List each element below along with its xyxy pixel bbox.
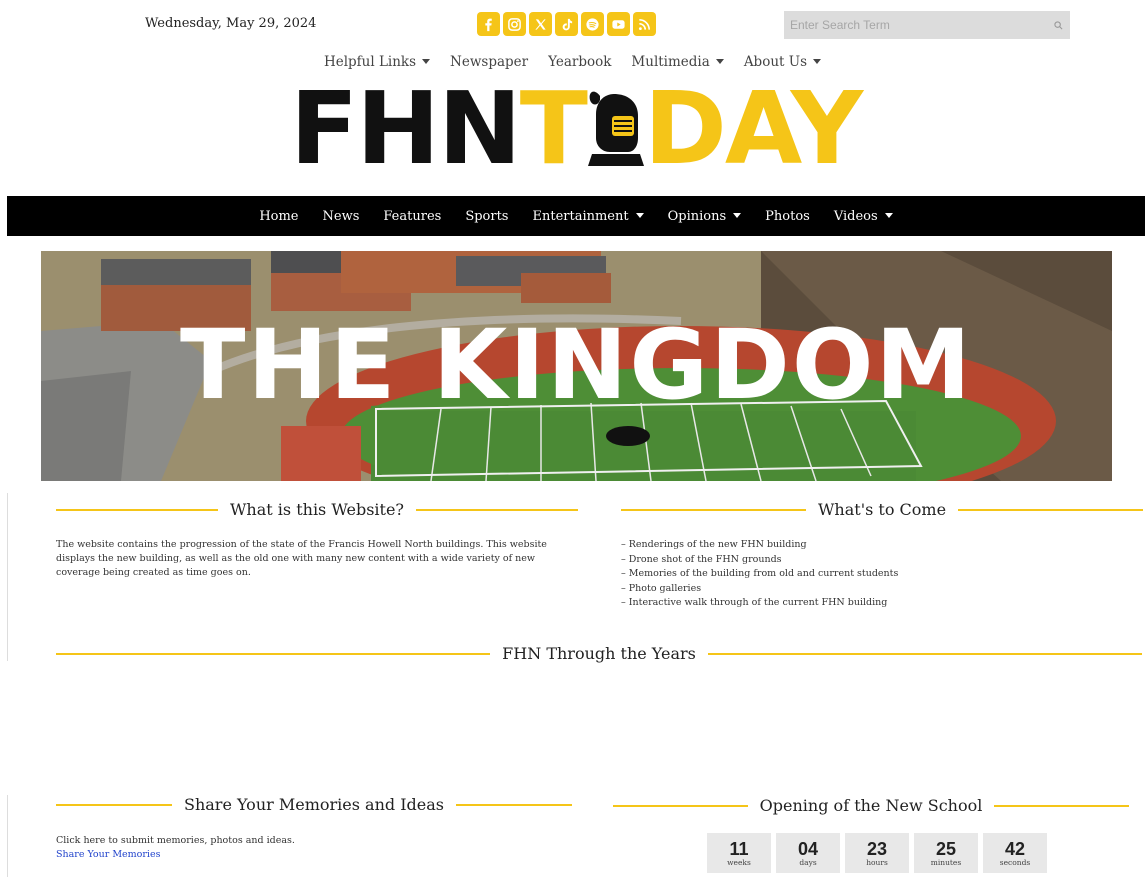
search-box xyxy=(784,11,1070,39)
nav-photos[interactable]: Photos xyxy=(753,209,822,224)
nav-newspaper[interactable]: Newspaper xyxy=(440,54,538,70)
list-item: – Drone shot of the FHN grounds xyxy=(621,553,782,565)
chevron-down-icon xyxy=(635,212,644,218)
list-item: – Renderings of the new FHN building xyxy=(621,539,807,550)
nav-multimedia[interactable]: Multimedia xyxy=(621,54,733,70)
divider-line xyxy=(958,508,1144,511)
nav-opinions[interactable]: Opinions xyxy=(656,209,754,224)
nav-helpful-links[interactable]: Helpful Links xyxy=(314,54,440,70)
section-title: What's to Come xyxy=(817,500,947,519)
section-header-to-come: What's to Come xyxy=(621,500,1144,519)
current-date: Wednesday, May 29, 2024 xyxy=(145,16,317,31)
countdown-minutes: 25 minutes xyxy=(914,833,978,873)
memories-block: Click here to submit memories, photos an… xyxy=(56,834,456,862)
nav-entertainment[interactable]: Entertainment xyxy=(520,209,655,224)
social-links xyxy=(477,12,656,36)
hero-title: THE KINGDOM xyxy=(180,309,973,421)
facebook-icon[interactable] xyxy=(477,12,500,36)
divider-line xyxy=(56,803,172,806)
website-description: The website contains the progression of … xyxy=(56,539,547,578)
divider-line xyxy=(613,804,748,807)
rss-icon[interactable] xyxy=(633,12,656,36)
secondary-nav: Helpful Links Newspaper Yearbook Multime… xyxy=(0,54,1145,70)
share-memories-link[interactable]: Share Your Memories xyxy=(56,848,456,862)
nav-sports[interactable]: Sports xyxy=(453,209,520,224)
chevron-down-icon xyxy=(733,212,742,218)
knight-helmet-icon xyxy=(584,86,646,172)
site-logo[interactable]: FHN T DAY xyxy=(290,79,863,179)
divider-line xyxy=(994,804,1130,807)
countdown-weeks: 11 weeks xyxy=(707,833,771,873)
countdown-days: 04 days xyxy=(776,833,840,873)
divider-line xyxy=(416,508,578,511)
countdown-timer: 11 weeks 04 days 23 hours 25 minutes 42 … xyxy=(707,833,1047,873)
nav-home[interactable]: Home xyxy=(247,209,310,224)
tiktok-icon[interactable] xyxy=(555,12,578,36)
nav-news[interactable]: News xyxy=(311,209,372,224)
page-left-border xyxy=(7,795,8,877)
search-icon[interactable] xyxy=(1046,20,1070,30)
instagram-icon[interactable] xyxy=(503,12,526,36)
list-item: – Photo galleries xyxy=(621,582,702,594)
chevron-down-icon xyxy=(813,58,822,64)
countdown-seconds: 42 seconds xyxy=(983,833,1047,873)
nav-about-us[interactable]: About Us xyxy=(734,54,831,70)
main-nav: Home News Features Sports Entertainment … xyxy=(7,196,1145,236)
divider-line xyxy=(56,508,218,511)
search-input[interactable] xyxy=(784,11,1046,39)
divider-line xyxy=(707,652,1143,655)
spotify-icon[interactable] xyxy=(581,12,604,36)
section-title: Opening of the New School xyxy=(759,796,983,815)
divider-line xyxy=(56,652,491,655)
chevron-down-icon xyxy=(715,58,724,64)
countdown-hours: 23 hours xyxy=(845,833,909,873)
page-left-border xyxy=(7,493,8,661)
upcoming-list: – Renderings of the new FHN building – D… xyxy=(621,538,1021,611)
chevron-down-icon xyxy=(422,58,431,64)
memories-description: Click here to submit memories, photos an… xyxy=(56,835,295,846)
section-header-memories: Share Your Memories and Ideas xyxy=(56,795,572,814)
section-title: What is this Website? xyxy=(229,500,405,519)
hero-banner: THE KINGDOM xyxy=(41,251,1112,481)
section-title: Share Your Memories and Ideas xyxy=(184,795,444,814)
nav-features[interactable]: Features xyxy=(371,209,453,224)
list-item: – Memories of the building from old and … xyxy=(621,568,899,579)
youtube-icon[interactable] xyxy=(607,12,630,36)
section-header-website: What is this Website? xyxy=(56,500,578,519)
section-title: FHN Through the Years xyxy=(502,644,696,663)
x-icon[interactable] xyxy=(529,12,552,36)
divider-line xyxy=(621,508,806,511)
nav-yearbook[interactable]: Yearbook xyxy=(538,54,621,70)
list-item: – Interactive walk through of the curren… xyxy=(621,597,888,608)
section-header-opening: Opening of the New School xyxy=(613,796,1130,815)
divider-line xyxy=(456,803,572,806)
nav-videos[interactable]: Videos xyxy=(822,209,905,224)
chevron-down-icon xyxy=(884,212,893,218)
section-header-through-years: FHN Through the Years xyxy=(56,644,1143,663)
